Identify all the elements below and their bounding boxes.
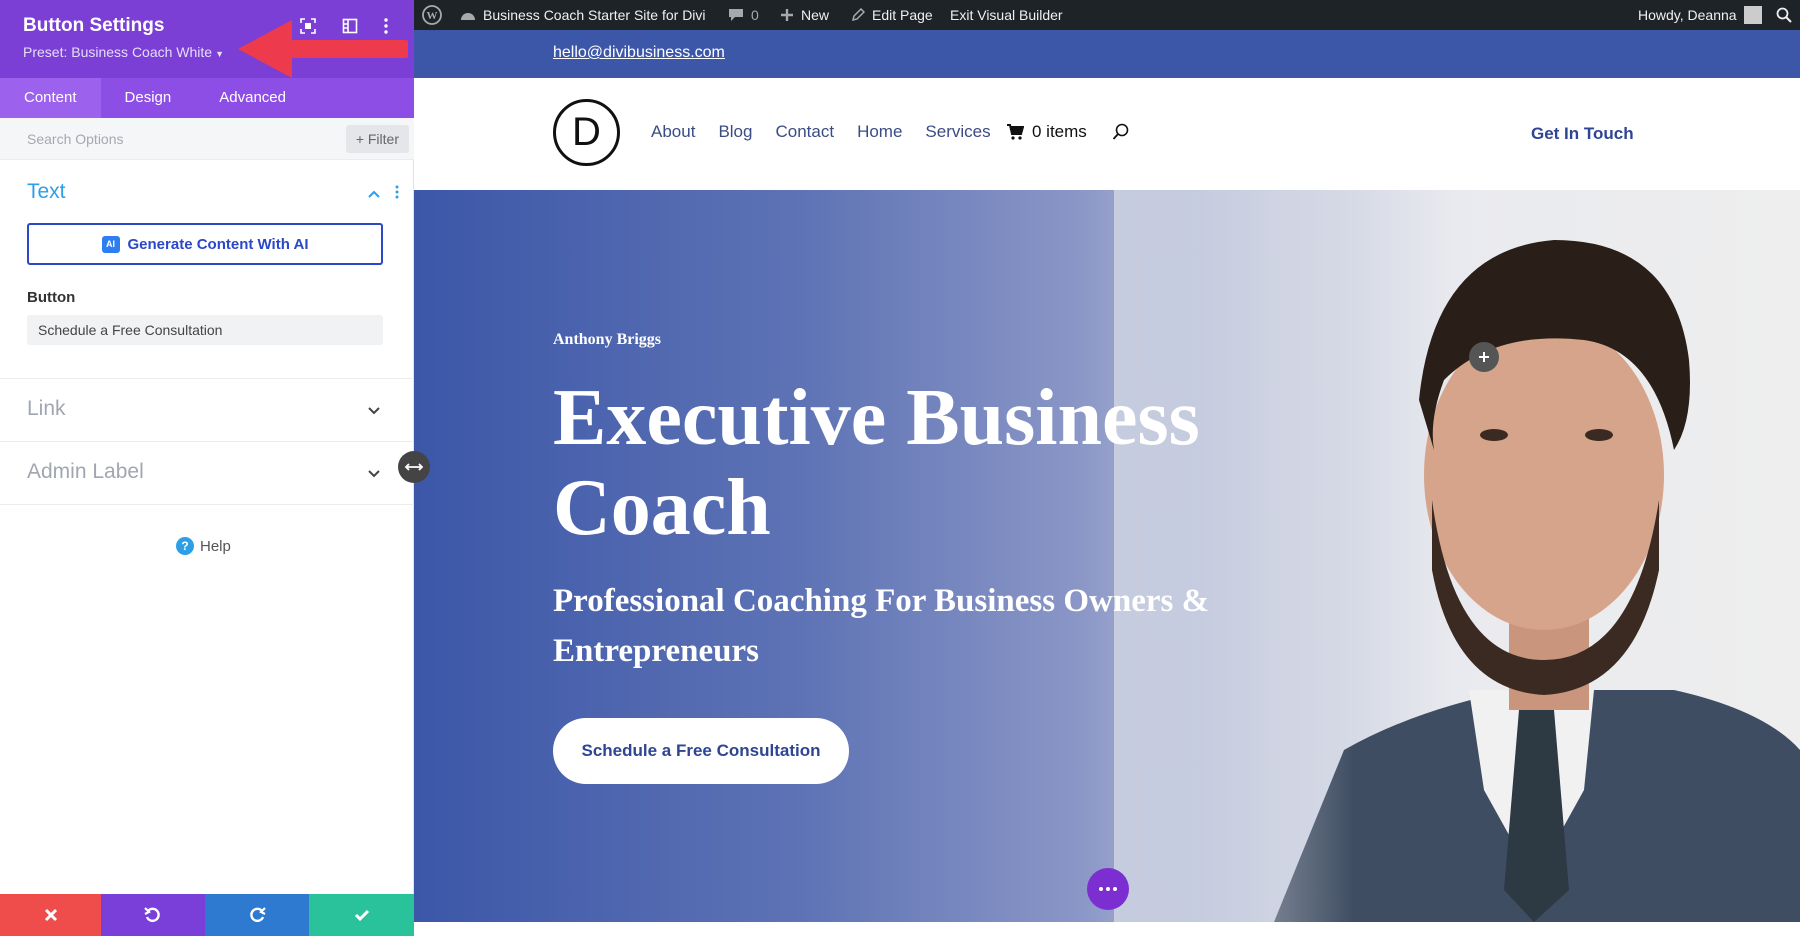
new-content-link[interactable]: New	[780, 0, 829, 30]
search-options-input[interactable]: Search Options	[27, 131, 124, 147]
exit-visual-builder-link[interactable]: Exit Visual Builder	[950, 0, 1063, 30]
nav-item-about[interactable]: About	[651, 122, 695, 142]
section-title-link[interactable]: Link	[27, 397, 66, 421]
undo-icon	[144, 907, 160, 923]
chevron-down-icon[interactable]	[366, 403, 382, 419]
dashboard-icon	[461, 13, 475, 20]
nav-item-home[interactable]: Home	[857, 122, 902, 142]
help-label: Help	[200, 537, 231, 555]
tab-advanced[interactable]: Advanced	[195, 78, 310, 118]
help-icon: ?	[176, 537, 194, 555]
comments-count: 0	[751, 7, 759, 23]
divider	[0, 378, 414, 379]
get-in-touch-link[interactable]: Get In Touch	[1531, 124, 1634, 144]
plus-icon	[1479, 352, 1489, 362]
exit-builder-label: Exit Visual Builder	[950, 7, 1063, 23]
save-button[interactable]	[309, 894, 414, 936]
more-dots-icon	[1099, 887, 1117, 891]
divider	[0, 504, 414, 505]
section-title-admin-label[interactable]: Admin Label	[27, 460, 144, 484]
redo-icon	[250, 907, 266, 923]
hero-subtitle: Professional Coaching For Business Owner…	[553, 583, 1210, 669]
site-top-bar: hello@divibusiness.com	[414, 30, 1800, 78]
check-icon	[354, 909, 369, 922]
avatar	[1743, 6, 1762, 24]
undo-button[interactable]	[101, 894, 205, 936]
nav-item-blog[interactable]: Blog	[718, 122, 752, 142]
edit-page-link[interactable]: Edit Page	[851, 0, 933, 30]
panel-tabs: Content Design Advanced	[0, 78, 414, 118]
site-header: D About Blog Contact Home Services 0 ite…	[414, 78, 1800, 190]
new-label: New	[801, 7, 830, 23]
nav-item-contact[interactable]: Contact	[775, 122, 834, 142]
search-row: Search Options + Filter	[0, 118, 414, 160]
hero-eyebrow: Anthony Briggs	[553, 331, 662, 348]
divider	[0, 441, 414, 442]
nav-item-services[interactable]: Services	[925, 122, 990, 142]
site-name-label: Business Coach Starter Site for Divi	[483, 7, 706, 23]
wordpress-logo-icon[interactable]: W	[422, 0, 442, 30]
email-link[interactable]: hello@divibusiness.com	[553, 44, 725, 62]
cancel-button[interactable]	[0, 894, 101, 936]
caret-down-icon: ▼	[215, 49, 225, 59]
panel-title: Button Settings	[23, 15, 165, 36]
ai-icon: AI	[101, 235, 120, 253]
main-nav: About Blog Contact Home Services	[651, 122, 991, 142]
chevron-down-icon[interactable]	[366, 466, 382, 482]
search-icon[interactable]	[1776, 0, 1792, 30]
comment-icon	[729, 9, 743, 21]
schedule-consultation-button[interactable]: Schedule a Free Consultation	[553, 718, 849, 784]
settings-panel: Button Settings Preset: Business Coach W…	[0, 0, 414, 936]
button-text-input[interactable]: Schedule a Free Consultation	[27, 315, 383, 345]
generate-ai-label: Generate Content With AI	[127, 235, 309, 253]
tab-content[interactable]: Content	[0, 78, 101, 118]
add-module-button[interactable]	[1469, 342, 1499, 372]
filter-button[interactable]: + Filter	[345, 125, 409, 153]
site-name-link[interactable]: Business Coach Starter Site for Divi	[460, 0, 706, 30]
panel-header: Button Settings Preset: Business Coach W…	[0, 0, 414, 78]
hero-section: Anthony Briggs Executive Business Coach …	[414, 190, 1800, 922]
edit-page-label: Edit Page	[872, 7, 933, 23]
page-settings-button[interactable]	[1087, 868, 1129, 910]
cart-icon	[1007, 124, 1024, 140]
close-icon	[44, 908, 57, 922]
cart-label: 0 items	[1032, 122, 1087, 141]
page-bottom-edge	[414, 922, 1800, 936]
preset-selector[interactable]: Preset: Business Coach White ▼	[23, 44, 224, 60]
account-menu[interactable]: Howdy, Deanna	[1638, 0, 1762, 30]
generate-ai-button[interactable]: AI Generate Content With AI	[27, 223, 383, 265]
svg-text:W: W	[427, 10, 438, 22]
resize-arrows-icon	[404, 463, 424, 471]
red-arrow-annotation-icon	[238, 20, 408, 78]
button-field-label: Button	[27, 289, 76, 306]
section-menu-icon[interactable]	[395, 185, 399, 202]
coach-portrait-image	[1114, 190, 1800, 922]
help-link[interactable]: ? Help	[176, 537, 231, 555]
admin-bar: W Business Coach Starter Site for Divi 0…	[414, 0, 1800, 30]
hero-title: Executive Business Coach	[553, 374, 1200, 552]
tab-design[interactable]: Design	[101, 78, 196, 118]
section-title-text[interactable]: Text	[27, 180, 66, 204]
howdy-label: Howdy, Deanna	[1638, 7, 1737, 23]
pencil-icon	[851, 8, 865, 22]
chevron-up-icon[interactable]	[367, 186, 381, 202]
resize-handle[interactable]	[398, 451, 430, 483]
search-icon[interactable]	[1112, 123, 1130, 141]
plus-icon	[781, 9, 793, 21]
site-logo[interactable]: D	[553, 99, 620, 166]
cart-link[interactable]: 0 items	[1006, 122, 1087, 142]
redo-button[interactable]	[205, 894, 309, 936]
preset-label: Preset: Business Coach White	[23, 44, 213, 60]
panel-footer	[0, 894, 414, 936]
comments-link[interactable]: 0	[728, 0, 759, 30]
